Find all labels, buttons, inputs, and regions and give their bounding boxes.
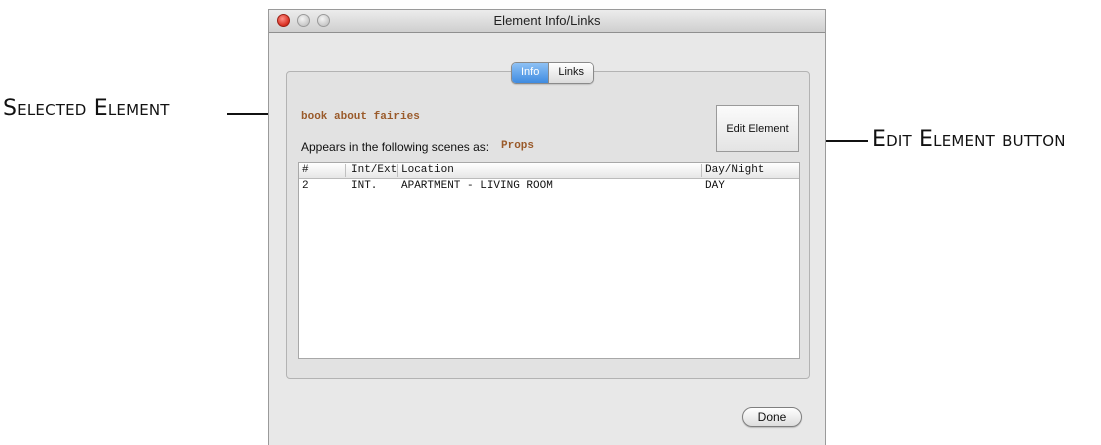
tab-bar: Info Links — [511, 62, 595, 84]
cell-int-ext: INT. — [351, 180, 378, 192]
edit-element-button[interactable]: Edit Element — [716, 105, 799, 152]
tab-info[interactable]: Info — [512, 63, 549, 83]
table-row[interactable]: 2 INT. APARTMENT - LIVING ROOM DAY — [299, 179, 799, 193]
column-separator — [345, 164, 346, 177]
selected-element-callout-line — [227, 113, 274, 115]
table-header: # Int/Ext Location Day/Night — [299, 163, 799, 179]
selected-element-callout: Selected Element — [3, 96, 170, 121]
column-header-location[interactable]: Location — [401, 164, 454, 176]
scenes-table[interactable]: # Int/Ext Location Day/Night 2 INT. APAR… — [298, 162, 800, 359]
title-bar[interactable]: Element Info/Links — [269, 10, 825, 33]
appears-in-label: Appears in the following scenes as: — [301, 140, 490, 154]
cell-location: APARTMENT - LIVING ROOM — [401, 180, 553, 192]
tab-links[interactable]: Links — [548, 63, 594, 83]
element-category: Props — [501, 140, 535, 152]
cell-number: 2 — [302, 180, 309, 192]
column-header-int-ext[interactable]: Int/Ext — [351, 164, 397, 176]
column-header-number[interactable]: # — [302, 164, 309, 176]
element-info-window: Element Info/Links Info Links book about… — [268, 9, 826, 445]
edit-element-callout: Edit Element button — [872, 127, 1066, 152]
done-button[interactable]: Done — [742, 407, 802, 427]
cell-day-night: DAY — [705, 180, 725, 192]
column-header-day-night[interactable]: Day/Night — [705, 164, 764, 176]
column-separator — [701, 164, 702, 177]
window-title: Element Info/Links — [493, 13, 601, 28]
selected-element-name: book about fairies — [301, 111, 420, 123]
column-separator — [397, 164, 398, 177]
